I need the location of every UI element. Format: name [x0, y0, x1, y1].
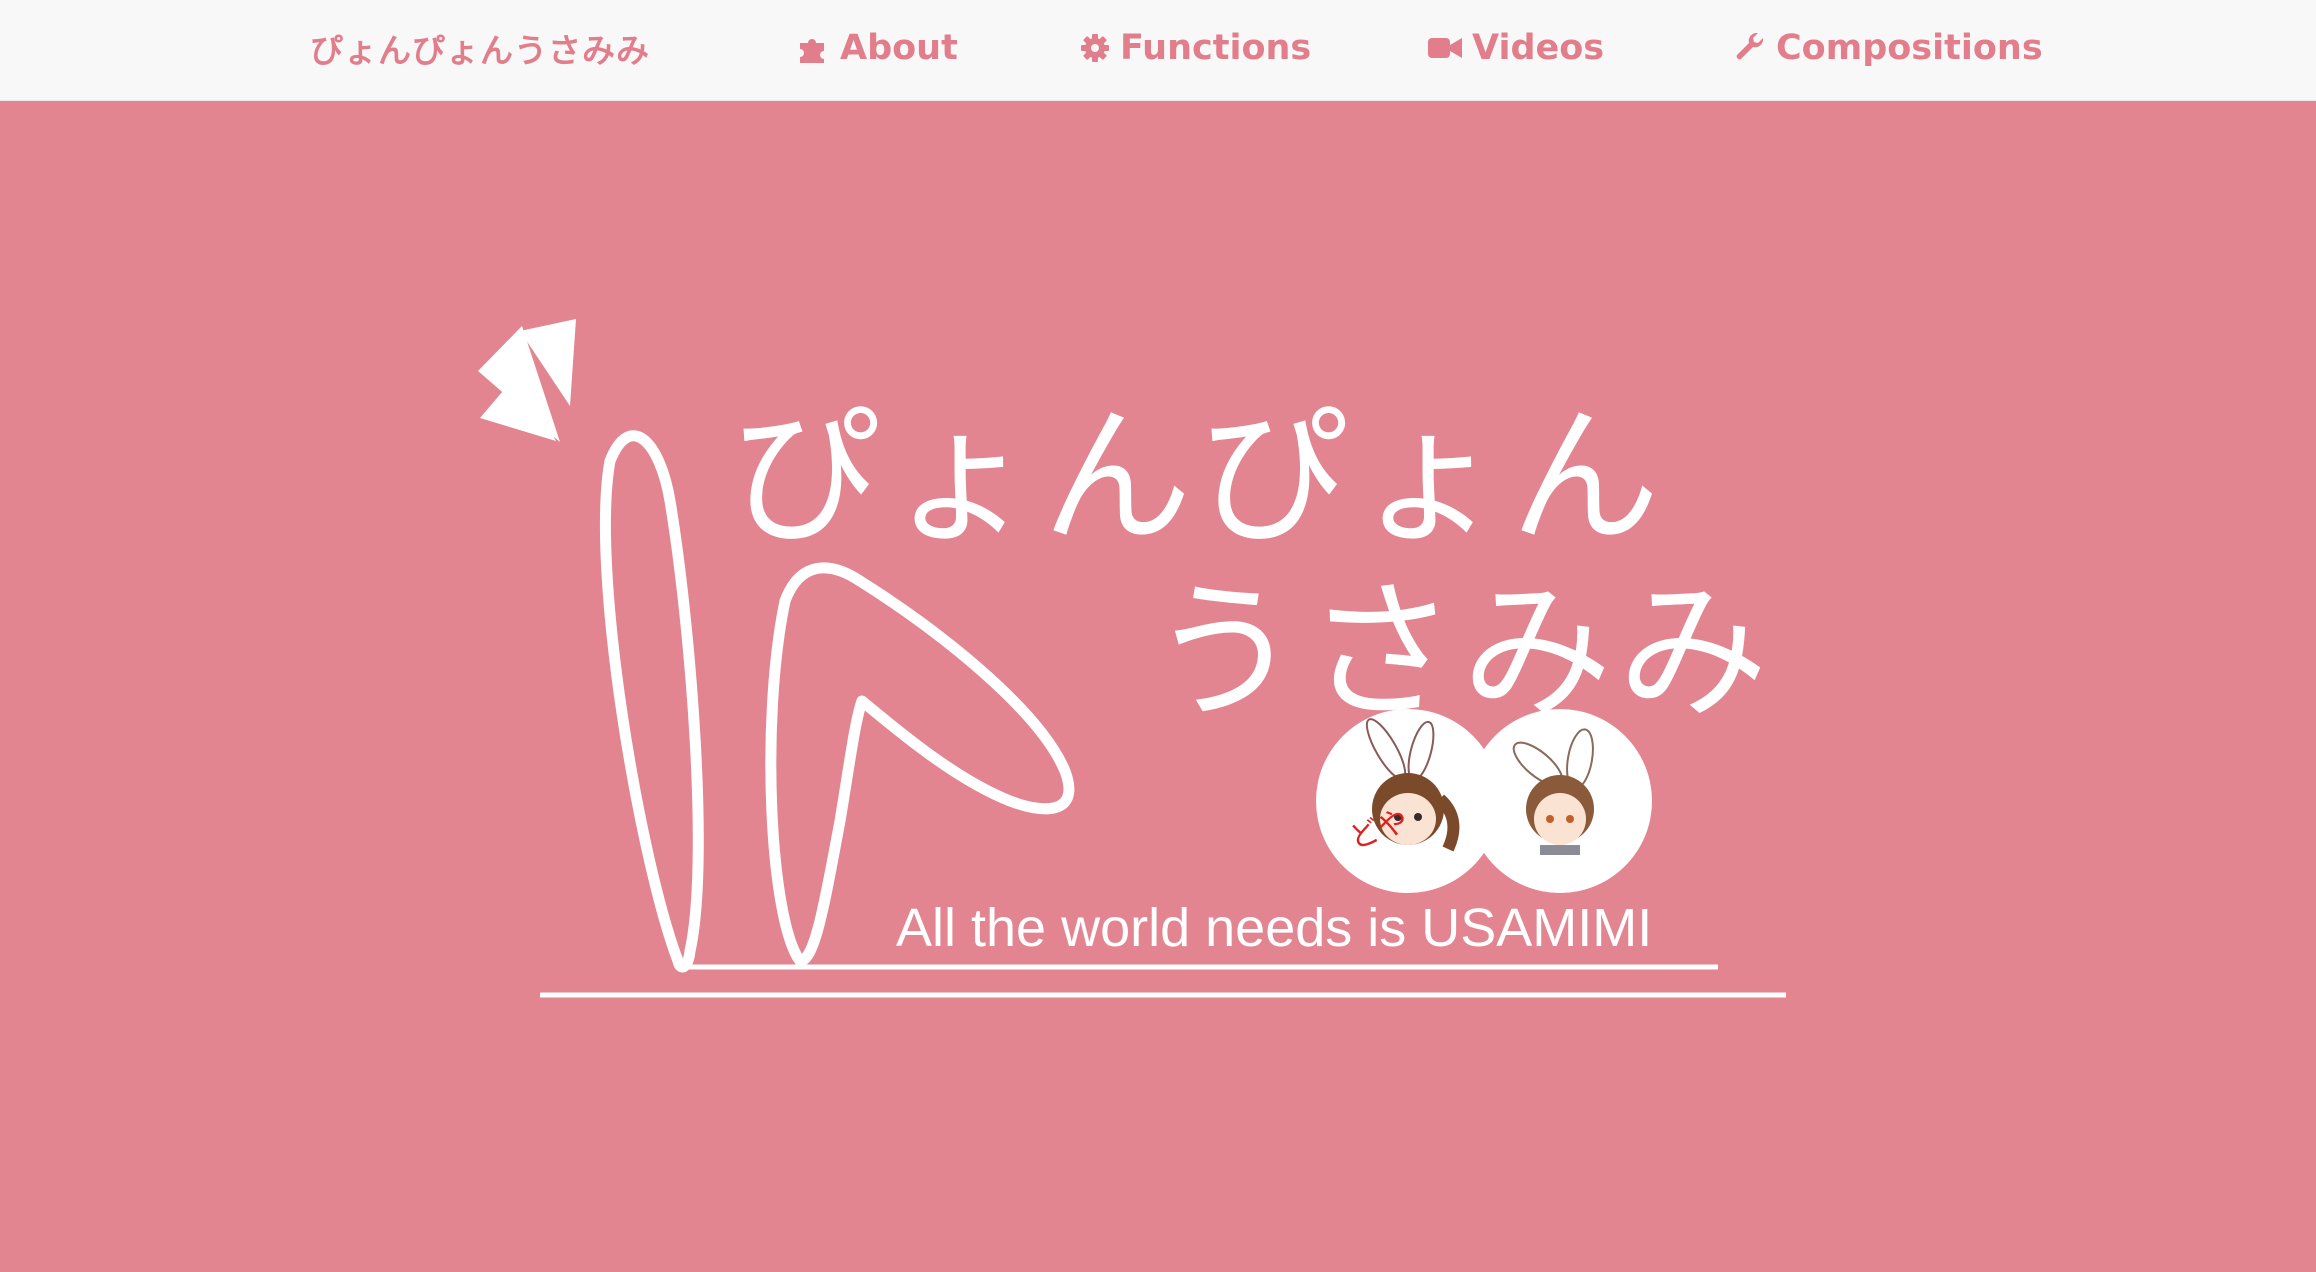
bunny-boy-illustration [1512, 728, 1594, 855]
nav-about[interactable]: About [798, 0, 958, 96]
brand-link[interactable]: ぴょんぴょんうさみみ [310, 0, 650, 96]
puzzle-icon [800, 39, 824, 63]
hero-tagline: All the world needs is USAMIMI [896, 898, 1653, 958]
nav-videos[interactable]: Videos [1428, 0, 1604, 96]
hero-section: ぴょんぴょん うさみみ どや All the world needs is US… [0, 101, 2316, 1272]
nav-videos-label: Videos [1472, 28, 1605, 68]
wrench-icon [1736, 33, 1764, 60]
hero-title-line2: うさみみ [1150, 566, 1775, 740]
nav-functions[interactable]: Functions [1080, 0, 1311, 96]
nav-functions-label: Functions [1120, 28, 1312, 68]
nav-about-label: About [840, 28, 958, 68]
avatar-boy [1468, 709, 1652, 893]
gear-icon [1081, 34, 1109, 62]
nav-compositions[interactable]: Compositions [1736, 0, 2043, 96]
brand-label: ぴょんぴょんうさみみ [310, 31, 650, 70]
nav-compositions-label: Compositions [1776, 28, 2043, 68]
top-navbar: ぴょんぴょんうさみみ About Functions Videos Compos… [0, 0, 2316, 101]
avatar-text: どや [1345, 803, 1413, 856]
video-camera-icon [1428, 38, 1462, 58]
